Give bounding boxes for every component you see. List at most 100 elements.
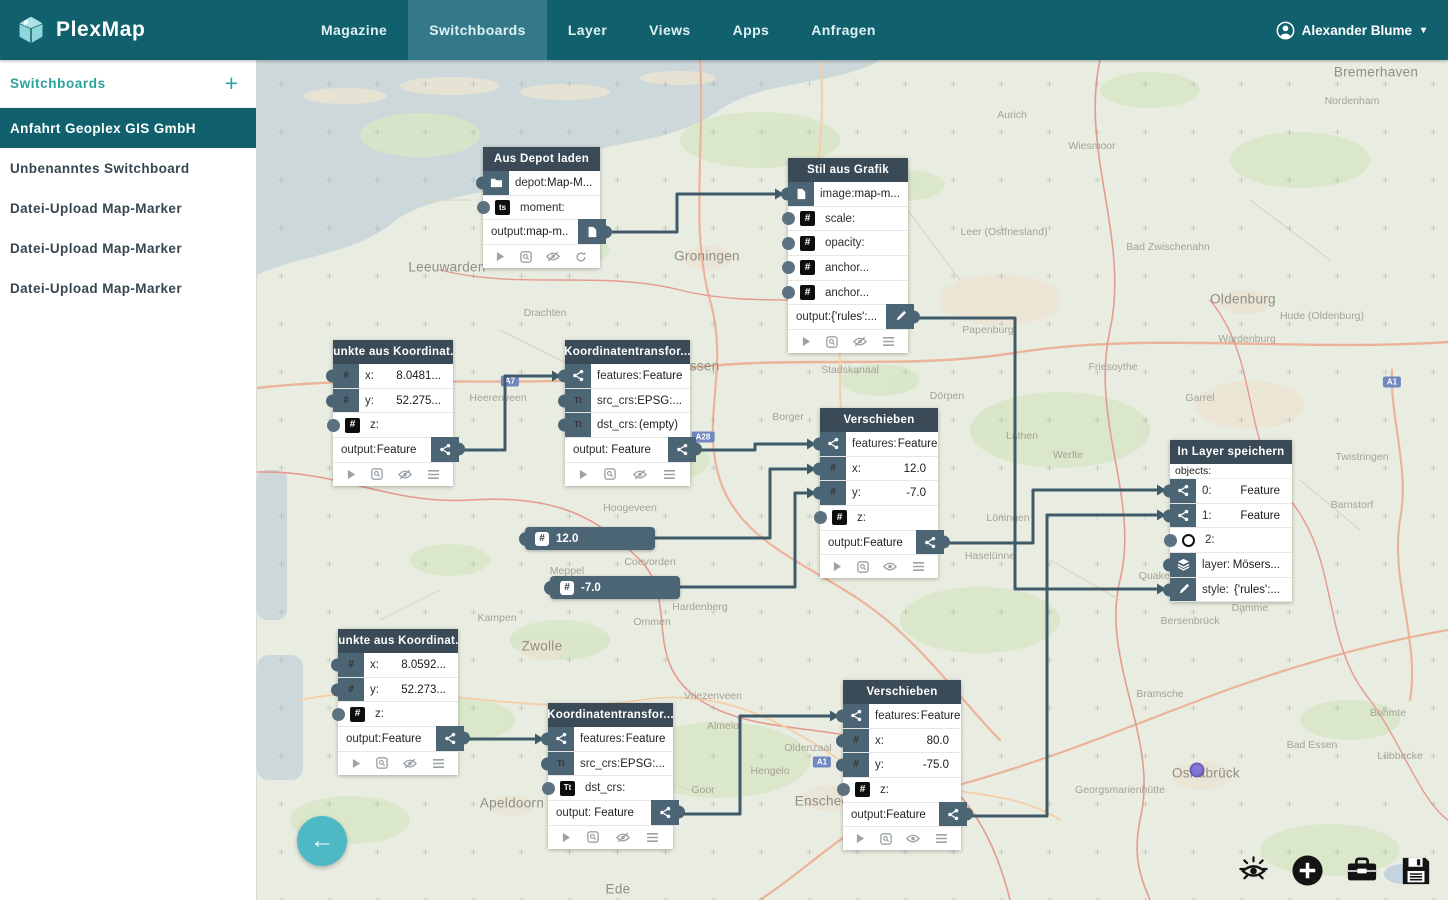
node-input-row[interactable]: Ttdst_crs: [548, 776, 673, 801]
input-port-text-icon[interactable]: Tt [565, 413, 591, 437]
input-port-layers-icon[interactable] [1170, 553, 1196, 577]
eye-icon[interactable] [883, 561, 897, 572]
input-port[interactable] [327, 419, 340, 432]
node-input-row[interactable]: #x:8.0592... [338, 653, 458, 678]
node-input-row[interactable]: #z: [820, 506, 938, 531]
search-icon[interactable] [604, 468, 616, 480]
sidebar-item[interactable]: Datei-Upload Map-Marker [0, 228, 256, 268]
node-input-row[interactable]: layer:Mösers... [1170, 553, 1292, 578]
sidebar-item[interactable]: Unbenanntes Switchboard [0, 148, 256, 188]
input-port[interactable] [542, 782, 555, 795]
output-port-share-icon[interactable] [651, 800, 679, 825]
node-koordinatentransformation-1[interactable]: Koordinatentransfor...features:FeatureTt… [565, 340, 690, 486]
node-input-row[interactable]: #x:8.0481... [333, 364, 453, 389]
input-port-share-icon[interactable] [548, 727, 574, 751]
node-input-row[interactable]: #z: [333, 413, 453, 438]
input-port-share-icon[interactable] [1170, 479, 1196, 503]
field-value[interactable]: -7.0 [861, 487, 938, 499]
sidebar-item[interactable]: Anfahrt Geoplex GIS GmbH [0, 108, 256, 148]
node-input-row[interactable]: tsmoment: [483, 196, 600, 221]
input-port[interactable] [1164, 534, 1177, 547]
play-icon[interactable] [562, 832, 571, 843]
tab-views[interactable]: Views [628, 0, 711, 60]
field-value[interactable]: Map-M... [547, 177, 600, 189]
input-port[interactable] [477, 201, 490, 214]
input-port[interactable] [814, 511, 827, 524]
constant-chip[interactable]: #12.0 [525, 527, 655, 550]
node-input-row[interactable]: style:{'rules':... [1170, 578, 1292, 603]
input-port-hash-icon[interactable]: # [843, 729, 869, 753]
menu-icon[interactable] [427, 469, 440, 480]
node-input-row[interactable]: depot:Map-M... [483, 171, 600, 196]
input-port-text-icon[interactable]: Tt [548, 752, 574, 776]
field-value[interactable]: 12.0 [861, 463, 938, 475]
play-icon[interactable] [833, 561, 842, 572]
input-port-share-icon[interactable] [565, 364, 591, 388]
field-value[interactable]: Feature [1212, 510, 1292, 522]
input-port[interactable] [782, 261, 795, 274]
field-value[interactable]: -75.0 [884, 759, 961, 771]
field-value[interactable]: EPSG:... [637, 395, 690, 407]
input-port[interactable] [782, 286, 795, 299]
input-port-hash-icon[interactable]: # [338, 678, 364, 702]
node-koordinatentransformation-2[interactable]: Koordinatentransfor...features:FeatureTt… [548, 703, 673, 849]
node-input-row[interactable]: #opacity: [788, 231, 908, 256]
eye-off-icon[interactable] [546, 251, 560, 262]
node-input-row[interactable]: #z: [338, 702, 458, 727]
node-input-row[interactable]: image:map-m... [788, 182, 908, 207]
eye-icon[interactable] [906, 833, 920, 844]
node-input-row[interactable]: Ttsrc_crs:EPSG:... [548, 752, 673, 777]
node-title[interactable]: Stil aus Grafik [788, 158, 908, 182]
toolbox-button[interactable] [1345, 855, 1379, 887]
search-icon[interactable] [520, 251, 532, 263]
tab-apps[interactable]: Apps [712, 0, 791, 60]
input-port-file-icon[interactable] [788, 182, 814, 206]
field-value[interactable]: Feature [898, 438, 938, 450]
node-output-row[interactable]: output:map-m... [483, 220, 600, 245]
node-title[interactable]: Punkte aus Koordinat... [338, 629, 458, 653]
node-input-row[interactable]: #x:12.0 [820, 457, 938, 482]
sidebar-item[interactable]: Datei-Upload Map-Marker [0, 188, 256, 228]
search-icon[interactable] [880, 833, 892, 845]
tab-layer[interactable]: Layer [547, 0, 628, 60]
save-button[interactable] [1400, 855, 1432, 887]
input-port-share-icon[interactable] [843, 704, 869, 728]
node-title[interactable]: Aus Depot laden [483, 147, 600, 171]
search-icon[interactable] [826, 336, 838, 348]
node-title[interactable]: Verschieben [820, 408, 938, 432]
node-input-row[interactable]: features:Feature [565, 364, 690, 389]
play-icon[interactable] [856, 833, 865, 844]
toggle-visibility-button[interactable] [1237, 854, 1270, 887]
input-port-share-icon[interactable] [1170, 504, 1196, 528]
field-value[interactable]: Feature [381, 733, 426, 745]
field-value[interactable]: 80.0 [884, 735, 961, 747]
node-in-layer-speichern[interactable]: In Layer speichernobjects:0:Feature1:Fea… [1170, 440, 1292, 602]
input-port-hash-icon[interactable]: # [338, 653, 364, 677]
field-value[interactable]: Feature [921, 710, 961, 722]
search-icon[interactable] [371, 468, 383, 480]
field-value[interactable]: map-m... [526, 226, 568, 238]
search-icon[interactable] [376, 757, 388, 769]
input-port-folder-icon[interactable] [483, 171, 509, 195]
field-value[interactable]: map-m... [855, 188, 908, 200]
field-value[interactable]: Feature [608, 444, 658, 456]
menu-icon[interactable] [646, 832, 659, 843]
node-punkte-aus-koordinaten-2[interactable]: Punkte aus Koordinat...#x:8.0592...#y:52… [338, 629, 458, 775]
search-icon[interactable] [857, 561, 869, 573]
menu-icon[interactable] [912, 561, 925, 572]
node-input-row[interactable]: #z: [843, 778, 961, 803]
menu-icon[interactable] [882, 336, 895, 347]
node-input-row[interactable]: 0:Feature [1170, 479, 1292, 504]
eye-off-icon[interactable] [403, 758, 417, 769]
input-port-hash-icon[interactable]: # [333, 364, 359, 388]
output-port-share-icon[interactable] [916, 530, 944, 555]
output-port-share-icon[interactable] [436, 726, 464, 751]
field-value[interactable]: Feature [863, 537, 906, 549]
field-value[interactable]: Feature [591, 807, 641, 819]
play-icon[interactable] [347, 469, 356, 480]
field-value[interactable]: 52.273... [379, 684, 458, 696]
node-input-row[interactable]: features:Feature [843, 704, 961, 729]
node-input-row[interactable]: #y:-7.0 [820, 481, 938, 506]
node-output-row[interactable]: output:Feature [843, 803, 961, 828]
node-input-row[interactable]: #anchor... [788, 256, 908, 281]
